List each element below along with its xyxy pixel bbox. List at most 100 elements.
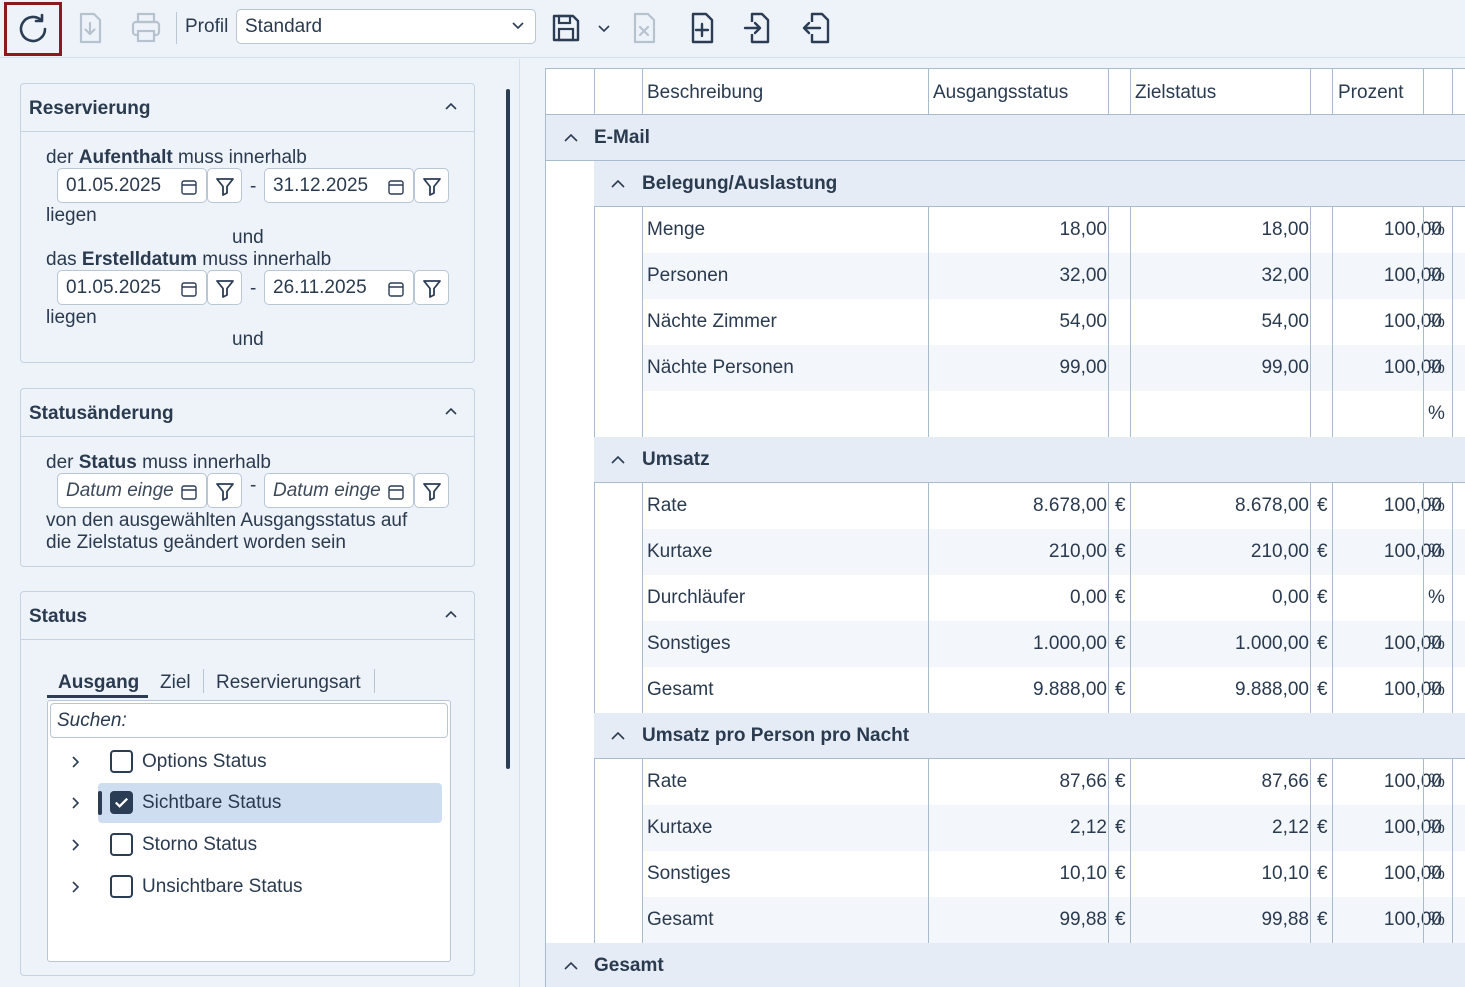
chevron-right-icon[interactable] — [68, 796, 82, 810]
cell-prozent-unit: % — [1428, 403, 1445, 424]
erstelldatum-to-input[interactable]: 26.11.2025 — [264, 270, 414, 305]
aufenthalt-from-input[interactable]: 01.05.2025 — [57, 168, 207, 203]
table-row[interactable]: Kurtaxe 2,12 €2,12 €100,00% — [546, 805, 1465, 851]
list-item[interactable]: Options Status — [48, 742, 448, 782]
calendar-icon[interactable] — [387, 280, 405, 298]
chevron-right-icon[interactable] — [68, 838, 82, 852]
table-row[interactable]: Rate 87,66 €87,66 €100,00% — [546, 759, 1465, 805]
cell-ausgangsstatus: 99,00 — [1059, 357, 1107, 378]
status-to-filter-button[interactable] — [414, 473, 449, 508]
save-button[interactable] — [540, 4, 592, 52]
table-row[interactable]: Gesamt 99,88 €99,88 €100,00% — [546, 897, 1465, 943]
chevron-up-icon[interactable] — [444, 100, 458, 114]
chevron-up-icon[interactable] — [563, 959, 579, 971]
table-row[interactable]: Sonstiges 1.000,00 €1.000,00 €100,00% — [546, 621, 1465, 667]
table-row[interactable]: Kurtaxe 210,00 €210,00 €100,00% — [546, 529, 1465, 575]
cell-ausgang-unit: € — [1115, 541, 1126, 562]
tab-divider — [203, 669, 204, 693]
group-row-email[interactable]: E-Mail — [546, 115, 1465, 161]
table-row[interactable]: Gesamt 9.888,00 €9.888,00 €100,00% — [546, 667, 1465, 713]
table-row[interactable]: Sonstiges 10,10 €10,10 €100,00% — [546, 851, 1465, 897]
calendar-icon[interactable] — [387, 178, 405, 196]
tab-ziel[interactable]: Ziel — [160, 672, 191, 694]
status-from-filter-button[interactable] — [207, 473, 242, 508]
status-from-input[interactable]: Datum einge — [57, 473, 207, 508]
cell-prozent-unit: % — [1428, 633, 1445, 654]
sidebar-scrollbar[interactable] — [506, 89, 510, 769]
print-button[interactable] — [120, 4, 172, 52]
table-row[interactable]: % — [546, 391, 1465, 437]
status-line: der Status muss innerhalb — [46, 452, 271, 473]
table-row[interactable]: Nächte Zimmer 54,00 54,00 100,00% — [546, 299, 1465, 345]
cell-prozent: 100,00 — [1383, 541, 1442, 562]
calendar-icon[interactable] — [180, 280, 198, 298]
profile-select-value: Standard — [245, 16, 323, 37]
tab-ausgang[interactable]: Ausgang — [58, 672, 139, 694]
chevron-up-icon[interactable] — [563, 131, 579, 143]
chevron-up-icon[interactable] — [610, 177, 626, 189]
status-list: Suchen: Options Status Sichtbare Status … — [47, 700, 451, 962]
reservierung-panel-header[interactable]: Reservierung — [21, 84, 474, 132]
table-row[interactable]: Rate 8.678,00 €8.678,00 €100,00% — [546, 483, 1465, 529]
export-button[interactable] — [64, 4, 116, 52]
list-item[interactable]: Storno Status — [48, 825, 448, 865]
checkbox[interactable] — [110, 750, 133, 773]
erstelldatum-to-filter-button[interactable] — [414, 270, 449, 305]
statusaenderung-panel-header[interactable]: Statusänderung — [21, 389, 474, 437]
group-row-section[interactable]: Belegung/Auslastung — [594, 161, 1465, 207]
delete-file-icon — [633, 12, 656, 44]
erstelldatum-from-filter-button[interactable] — [207, 270, 242, 305]
table-row[interactable]: Menge 18,00 18,00 100,00% — [546, 207, 1465, 253]
erstelldatum-from-input[interactable]: 01.05.2025 — [57, 270, 207, 305]
export-profile-button[interactable] — [790, 4, 842, 52]
calendar-icon[interactable] — [180, 483, 198, 501]
refresh-button[interactable] — [4, 2, 62, 56]
aufenthalt-to-filter-button[interactable] — [414, 168, 449, 203]
delete-profile-button[interactable] — [618, 4, 670, 52]
chevron-up-icon[interactable] — [444, 405, 458, 419]
table-row[interactable]: Personen 32,00 32,00 100,00% — [546, 253, 1465, 299]
group-row-gesamt[interactable]: Gesamt — [546, 943, 1465, 987]
group-row-section[interactable]: Umsatz — [594, 437, 1465, 483]
new-profile-button[interactable] — [676, 4, 728, 52]
calendar-icon[interactable] — [180, 178, 198, 196]
list-item[interactable]: Unsichtbare Status — [48, 867, 448, 907]
column-header-prozent[interactable]: Prozent — [1338, 82, 1403, 104]
chevron-up-icon[interactable] — [610, 453, 626, 465]
cell-zielstatus: 2,12 — [1272, 817, 1309, 838]
cell-beschreibung: Nächte Zimmer — [647, 311, 777, 332]
profile-select[interactable]: Standard — [236, 9, 536, 44]
toolbar: Profil Standard — [0, 0, 1465, 58]
cell-prozent-unit: % — [1428, 541, 1445, 562]
column-header-beschreibung[interactable]: Beschreibung — [647, 82, 763, 104]
calendar-icon[interactable] — [387, 483, 405, 501]
list-item[interactable]: Sichtbare Status — [48, 783, 448, 823]
status-panel-header[interactable]: Status — [21, 592, 474, 640]
table-row[interactable]: Durchläufer 0,00 €0,00 €% — [546, 575, 1465, 621]
cell-ziel-unit: € — [1317, 495, 1328, 516]
column-header-zielstatus[interactable]: Zielstatus — [1135, 82, 1216, 104]
checkbox[interactable] — [110, 875, 133, 898]
cell-beschreibung: Kurtaxe — [647, 817, 713, 838]
cell-ausgang-unit: € — [1115, 863, 1126, 884]
chevron-right-icon[interactable] — [68, 880, 82, 894]
checkbox[interactable] — [110, 791, 133, 814]
cell-prozent: 100,00 — [1383, 633, 1442, 654]
group-row-section[interactable]: Umsatz pro Person pro Nacht — [594, 713, 1465, 759]
checkbox[interactable] — [110, 833, 133, 856]
import-button[interactable] — [732, 4, 784, 52]
cell-ziel-unit: € — [1317, 679, 1328, 700]
aufenthalt-from-filter-button[interactable] — [207, 168, 242, 203]
chevron-up-icon[interactable] — [444, 608, 458, 622]
status-description-1: von den ausgewählten Ausgangsstatus auf — [46, 510, 408, 531]
aufenthalt-to-input[interactable]: 31.12.2025 — [264, 168, 414, 203]
list-item-label: Options Status — [142, 751, 267, 772]
save-options-dropdown[interactable] — [592, 4, 616, 52]
column-header-ausgangsstatus[interactable]: Ausgangsstatus — [933, 82, 1068, 104]
chevron-up-icon[interactable] — [610, 729, 626, 741]
table-row[interactable]: Nächte Personen 99,00 99,00 100,00% — [546, 345, 1465, 391]
chevron-right-icon[interactable] — [68, 755, 82, 769]
status-search-input[interactable]: Suchen: — [50, 703, 448, 738]
tab-reservierungsart[interactable]: Reservierungsart — [216, 672, 361, 694]
status-to-input[interactable]: Datum einge — [264, 473, 414, 508]
